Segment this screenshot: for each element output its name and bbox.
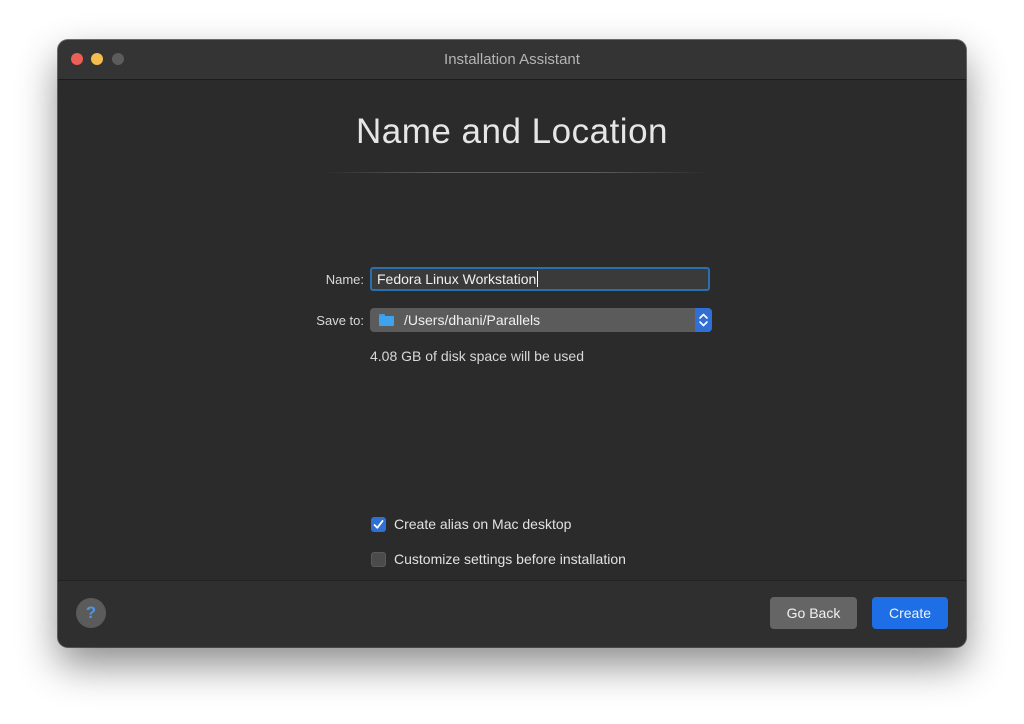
- help-button[interactable]: ?: [76, 598, 106, 628]
- window-title: Installation Assistant: [444, 51, 580, 68]
- checkmark-icon: [373, 520, 384, 529]
- create-button[interactable]: Create: [872, 597, 948, 629]
- text-caret: [537, 271, 539, 287]
- name-label: Name:: [325, 272, 364, 287]
- name-field-value: Fedora Linux Workstation: [377, 271, 537, 287]
- disk-usage-text: 4.08 GB of disk space will be used: [370, 348, 585, 364]
- page-title: Name and Location: [355, 112, 669, 151]
- create-alias-checkbox[interactable]: [371, 517, 386, 532]
- customize-settings-label[interactable]: Customize settings before installation: [394, 551, 626, 567]
- create-alias-label[interactable]: Create alias on Mac desktop: [394, 516, 571, 532]
- title-bar[interactable]: Installation Assistant: [58, 40, 966, 80]
- title-divider: [320, 172, 710, 173]
- folder-icon: [379, 314, 394, 326]
- save-location-select[interactable]: /Users/dhani/Parallels: [370, 308, 712, 332]
- save-to-label: Save to:: [316, 313, 364, 328]
- name-field[interactable]: Fedora Linux Workstation: [370, 267, 710, 291]
- go-back-button[interactable]: Go Back: [770, 597, 857, 629]
- save-path-value: /Users/dhani/Parallels: [404, 312, 541, 328]
- installation-assistant-window: Installation Assistant Name and Location…: [58, 40, 966, 647]
- footer-bar: ? Go Back Create: [58, 580, 966, 647]
- customize-settings-checkbox[interactable]: [371, 552, 386, 567]
- updown-chevron-icon[interactable]: [695, 308, 712, 332]
